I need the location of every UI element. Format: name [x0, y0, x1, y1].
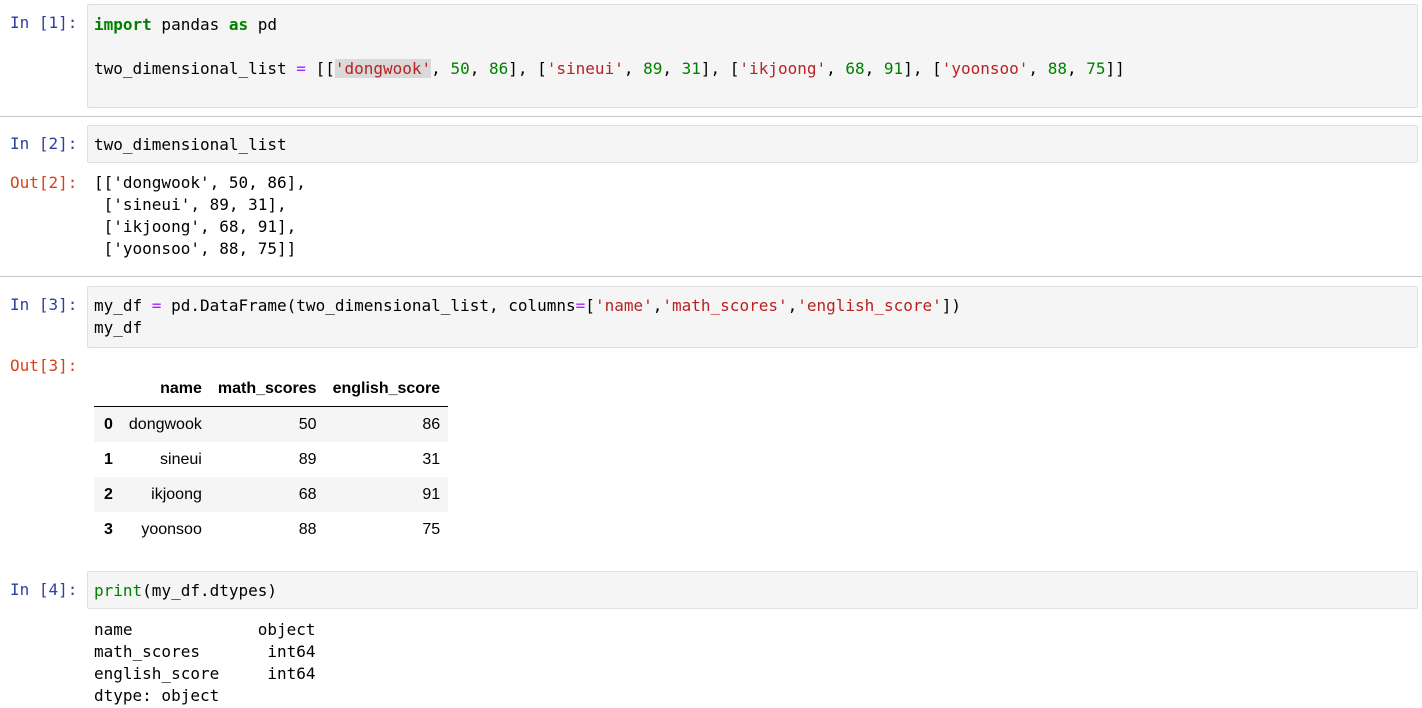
cell-2-output-line: [['dongwook', 50, 86], — [94, 173, 306, 192]
string-ikjoong: 'ikjoong' — [739, 59, 827, 78]
cell-divider — [0, 276, 1422, 277]
cell-1-code-line-2: two_dimensional_list = [['dongwook', 50,… — [94, 58, 1125, 80]
table-cell: 86 — [422, 415, 441, 433]
string-dongwook: 'dongwook' — [334, 59, 432, 78]
cell-divider — [0, 116, 1422, 117]
cell-4-output-line: math_scores int64 — [94, 642, 316, 661]
number: 68 — [845, 59, 865, 78]
keyword-import: import — [94, 15, 152, 34]
token-comma: , — [662, 59, 682, 78]
cell-1-in-prompt: In [1]: — [10, 13, 78, 32]
cell-4-output-line: dtype: object — [94, 686, 220, 705]
cell-2-out-prompt: Out[2]: — [10, 173, 78, 192]
token-comma: , — [623, 59, 644, 78]
table-row: 3 yoonsoo 88 75 — [94, 512, 448, 547]
row-index: 1 — [104, 450, 113, 468]
string-math-scores: 'math_scores' — [662, 296, 788, 315]
token-var: two_dimensional_list — [94, 59, 297, 78]
cell-1-code-editor[interactable]: import pandas as pd two_dimensional_list… — [87, 4, 1418, 108]
row-index: 2 — [104, 485, 113, 503]
number: 86 — [488, 59, 509, 78]
table-row: 2 ikjoong 68 91 — [94, 477, 449, 512]
token-pandas: pandas — [151, 15, 229, 34]
builtin-print: print — [94, 581, 143, 600]
cell-2-code-line: two_dimensional_list — [94, 135, 287, 154]
number: 75 — [1086, 59, 1106, 78]
token-comma: , — [826, 59, 846, 78]
keyword-as: as — [228, 15, 249, 34]
table-row: 0 dongwook 50 86 — [94, 406, 449, 442]
token-comma: , — [652, 296, 663, 315]
string-yoonsoo: 'yoonsoo' — [941, 59, 1029, 78]
operator-equals: = — [151, 296, 162, 315]
number: 91 — [883, 59, 904, 78]
cell-4-code-line: print(my_df.dtypes) — [94, 580, 277, 602]
table-cell: 89 — [298, 450, 317, 468]
table-cell: 50 — [298, 415, 317, 433]
table-cell: 91 — [422, 485, 441, 503]
cell-3-in-prompt: In [3]: — [10, 295, 78, 314]
token-open: [[ — [305, 59, 335, 78]
number: 88 — [1047, 59, 1067, 78]
token-bracket: ], [ — [700, 59, 740, 78]
string-sineui: 'sineui' — [546, 59, 624, 78]
operator-equals: = — [296, 59, 306, 78]
row-index: 0 — [104, 415, 113, 433]
token-args: (my_df.dtypes) — [142, 581, 278, 600]
string-english-score: 'english_score' — [797, 296, 942, 315]
cell-3-code-editor[interactable]: my_df = pd.DataFrame(two_dimensional_lis… — [87, 286, 1418, 348]
dataframe-column-header: english_score — [324, 372, 449, 407]
dataframe-column-header: name — [120, 372, 210, 407]
cell-4-in-prompt: In [4]: — [10, 580, 78, 599]
dataframe-table: name math_scores english_score 0 dongwoo… — [94, 372, 449, 547]
number: 31 — [681, 59, 701, 78]
cell-3-code-line-2: my_df — [94, 318, 143, 337]
token-comma: , — [1028, 59, 1048, 78]
token-comma: , — [864, 59, 884, 78]
cell-2-output-line: ['ikjoong', 68, 91], — [94, 217, 297, 236]
cell-2-output-line: ['yoonsoo', 88, 75]] — [94, 239, 297, 258]
dataframe-column-header: math_scores — [209, 372, 325, 407]
token-comma: , — [469, 59, 489, 78]
cell-4-code-editor[interactable]: print(my_df.dtypes) — [87, 571, 1418, 609]
token-close: ]) — [941, 296, 962, 315]
cell-4-output-line: english_score int64 — [94, 664, 316, 683]
cell-4-output-line: name object — [94, 620, 316, 639]
table-row: 1 sineui 89 31 — [94, 442, 448, 477]
table-cell: yoonsoo — [141, 520, 202, 538]
token-bracket: ], [ — [903, 59, 942, 78]
dataframe-index-header — [94, 372, 121, 407]
table-cell: 68 — [298, 485, 317, 503]
token-close: ]] — [1105, 59, 1125, 78]
table-cell: ikjoong — [151, 485, 202, 503]
cell-2-code-editor[interactable]: two_dimensional_list — [87, 125, 1418, 163]
row-index: 3 — [104, 520, 113, 538]
table-cell: dongwook — [128, 415, 202, 433]
cell-1-code-line-1: import pandas as pd — [94, 14, 277, 36]
number: 50 — [450, 59, 470, 78]
token-call: pd.DataFrame(two_dimensional_list, colum… — [161, 296, 576, 315]
token-comma: , — [431, 59, 451, 78]
table-cell: 88 — [298, 520, 317, 538]
dataframe-header-row: name math_scores english_score — [94, 372, 449, 407]
cell-3-out-prompt: Out[3]: — [10, 356, 78, 375]
token-var: my_df — [94, 296, 152, 315]
token-comma: , — [1066, 59, 1087, 78]
table-cell: sineui — [160, 450, 202, 468]
token-bracket: [ — [585, 296, 595, 315]
operator-equals: = — [575, 296, 586, 315]
cell-2-output-line: ['sineui', 89, 31], — [94, 195, 287, 214]
table-cell: 31 — [422, 450, 441, 468]
number: 89 — [643, 59, 663, 78]
cell-2-in-prompt: In [2]: — [10, 134, 78, 153]
cell-3-code-line-1: my_df = pd.DataFrame(two_dimensional_lis… — [94, 295, 961, 317]
token-comma: , — [787, 296, 798, 315]
token-pd: pd — [248, 15, 278, 34]
string-name: 'name' — [594, 296, 653, 315]
table-cell: 75 — [422, 520, 441, 538]
token-bracket: ], [ — [508, 59, 547, 78]
